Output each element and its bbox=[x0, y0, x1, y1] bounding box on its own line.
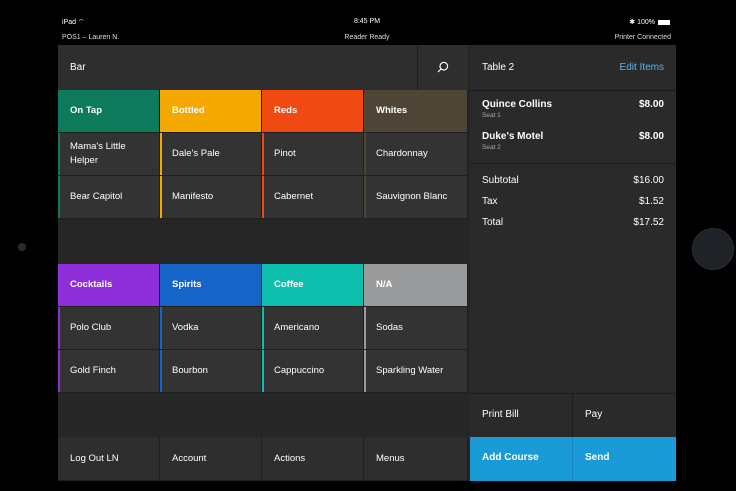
ticket-line-item[interactable]: Duke's Motel Seat 2 $8.00 bbox=[482, 131, 664, 151]
category-color-stripe bbox=[160, 350, 162, 392]
category-color-stripe bbox=[58, 176, 60, 218]
category-color-stripe bbox=[262, 133, 264, 175]
item-tile[interactable]: Bear Capitol bbox=[58, 176, 160, 219]
category-color-stripe bbox=[364, 350, 366, 392]
account-button[interactable]: Account bbox=[160, 437, 262, 481]
search-icon bbox=[437, 61, 449, 73]
item-tile[interactable]: Americano bbox=[262, 307, 364, 350]
battery-icon bbox=[658, 19, 670, 25]
category-tile[interactable]: On Tap bbox=[58, 90, 160, 133]
front-camera bbox=[18, 243, 26, 251]
category-title: Bar bbox=[70, 62, 86, 73]
item-tile[interactable]: Pinot bbox=[262, 133, 364, 176]
category-tile[interactable]: Coffee bbox=[262, 264, 364, 307]
total-row: Total $17.52 bbox=[482, 217, 664, 228]
item-grid-bottom: Cocktails Polo Club Gold Finch Spirits Vodka… bbox=[58, 264, 468, 394]
category-header: Bar bbox=[58, 45, 468, 91]
divider bbox=[470, 163, 676, 164]
category-tile[interactable]: Spirits bbox=[160, 264, 262, 307]
category-tile[interactable]: Reds bbox=[262, 90, 364, 133]
item-grid-top: On Tap Mama's Little Helper Bear Capitol Bo… bbox=[58, 90, 468, 220]
menus-button[interactable]: Menus bbox=[364, 437, 468, 481]
item-tile[interactable]: Manifesto bbox=[160, 176, 262, 219]
search-button[interactable] bbox=[417, 45, 469, 90]
pos-screen: iPad ⌔ 8:45 PM ✱ 100% POS1 – Lauren N. R… bbox=[58, 14, 676, 481]
category-color-stripe bbox=[160, 307, 162, 349]
printer-status: Printer Connected bbox=[614, 34, 671, 41]
ticket-header: Table 2 Edit Items bbox=[470, 45, 676, 91]
category-color-stripe bbox=[262, 350, 264, 392]
category-tile[interactable]: N/A bbox=[364, 264, 468, 307]
battery-percent: 100% bbox=[637, 19, 655, 26]
category-color-stripe bbox=[58, 350, 60, 392]
category-color-stripe bbox=[58, 133, 60, 175]
item-tile[interactable]: Sparkling Water bbox=[364, 350, 468, 393]
item-tile[interactable]: Cappuccino bbox=[262, 350, 364, 393]
tax-row: Tax $1.52 bbox=[482, 196, 664, 207]
item-tile[interactable]: Vodka bbox=[160, 307, 262, 350]
category-color-stripe bbox=[364, 176, 366, 218]
category-color-stripe bbox=[160, 133, 162, 175]
subtotal-row: Subtotal $16.00 bbox=[482, 175, 664, 186]
actions-button[interactable]: Actions bbox=[262, 437, 364, 481]
reader-status: Reader Ready bbox=[344, 34, 390, 41]
category-tile[interactable]: Bottled bbox=[160, 90, 262, 133]
logout-button[interactable]: Log Out LN bbox=[58, 437, 160, 481]
status-bar: iPad ⌔ 8:45 PM ✱ 100% bbox=[58, 14, 676, 30]
item-tile[interactable]: Mama's Little Helper bbox=[58, 133, 160, 176]
item-tile[interactable]: Bourbon bbox=[160, 350, 262, 393]
item-tile[interactable]: Sodas bbox=[364, 307, 468, 350]
category-color-stripe bbox=[160, 176, 162, 218]
bluetooth-icon: ✱ bbox=[629, 19, 636, 26]
ticket-line-item[interactable]: Quince Collins Seat 1 $8.00 bbox=[482, 99, 664, 119]
item-tile[interactable]: Sauvignon Blanc bbox=[364, 176, 468, 219]
item-panel: Bar On Tap Mama's Little Helper Bear Capit… bbox=[58, 45, 468, 481]
ticket-title: Table 2 bbox=[482, 62, 515, 73]
item-tile[interactable]: Gold Finch bbox=[58, 350, 160, 393]
info-bar: POS1 – Lauren N. Reader Ready Printer Co… bbox=[58, 30, 676, 45]
bottom-toolbar: Log Out LN Account Actions Menus bbox=[58, 437, 468, 481]
item-tile[interactable]: Cabernet bbox=[262, 176, 364, 219]
category-color-stripe bbox=[262, 307, 264, 349]
print-bill-button[interactable]: Print Bill bbox=[470, 394, 573, 437]
add-course-button[interactable]: Add Course bbox=[470, 437, 573, 481]
edit-items-link[interactable]: Edit Items bbox=[620, 62, 664, 73]
category-tile[interactable]: Cocktails bbox=[58, 264, 160, 307]
category-color-stripe bbox=[364, 133, 366, 175]
item-tile[interactable]: Dale's Pale bbox=[160, 133, 262, 176]
ticket-panel: Table 2 Edit Items Quince Collins Seat 1… bbox=[470, 45, 676, 481]
pay-button[interactable]: Pay bbox=[573, 394, 676, 437]
category-color-stripe bbox=[364, 307, 366, 349]
item-tile[interactable]: Polo Club bbox=[58, 307, 160, 350]
home-button[interactable] bbox=[692, 228, 734, 270]
send-button[interactable]: Send bbox=[573, 437, 676, 481]
category-color-stripe bbox=[262, 176, 264, 218]
category-color-stripe bbox=[58, 307, 60, 349]
item-tile[interactable]: Chardonnay bbox=[364, 133, 468, 176]
status-time: 8:45 PM bbox=[353, 18, 381, 25]
category-tile[interactable]: Whites bbox=[364, 90, 468, 133]
